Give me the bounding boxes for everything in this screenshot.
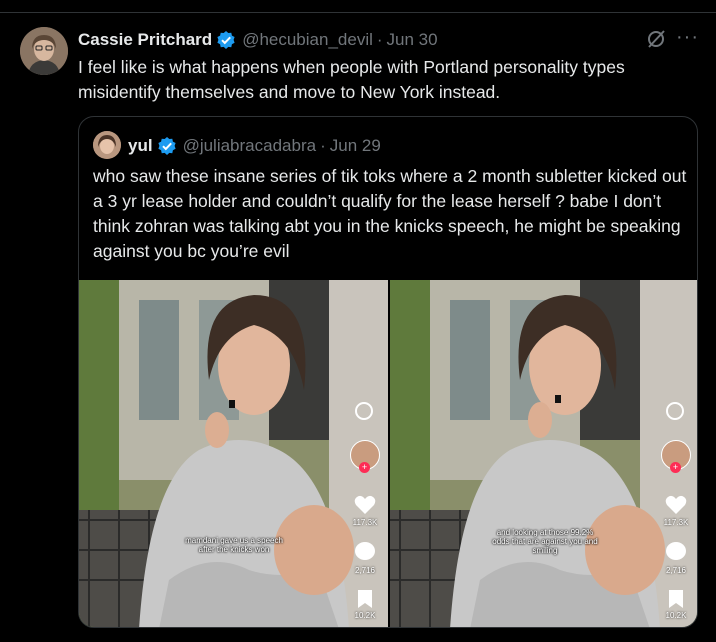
comment-icon[interactable] [355, 542, 375, 560]
verified-badge-icon [216, 30, 236, 50]
author-name[interactable]: Cassie Pritchard [78, 30, 212, 50]
media-thumbnail-2[interactable]: and looking at those 99.2% odds that are… [390, 280, 697, 627]
comment-icon[interactable] [666, 542, 686, 560]
follow-plus-icon[interactable]: + [670, 462, 681, 473]
quote-author-name[interactable]: yul [128, 136, 153, 156]
quote-header: yul @juliabracadabra · Jun 29 [128, 135, 381, 157]
top-divider [0, 12, 716, 13]
tweet-header: Cassie Pritchard @hecubian_devil · Jun 3… [78, 29, 438, 51]
author-handle[interactable]: @hecubian_devil [242, 30, 373, 50]
quote-date[interactable]: Jun 29 [330, 136, 381, 156]
follow-plus-icon[interactable]: + [359, 462, 370, 473]
bookmark-icon[interactable] [358, 590, 372, 608]
emoji-icon[interactable] [666, 402, 684, 420]
like-count: 117.3K [352, 518, 378, 527]
comment-count: 2,716 [354, 566, 376, 575]
emoji-icon[interactable] [355, 402, 373, 420]
tweet-text: I feel like is what happens when people … [78, 57, 625, 102]
save-count: 10.2K [354, 611, 376, 620]
verified-badge-icon [157, 136, 177, 156]
media-caption-2: and looking at those 99.2% odds that are… [492, 528, 598, 555]
quote-author-handle[interactable]: @juliabracadabra [183, 136, 317, 156]
grok-icon[interactable] [645, 28, 667, 50]
media-caption-1: mamdani gave us a speech after the knick… [185, 536, 283, 554]
quote-header-separator: · [320, 136, 326, 155]
more-options-icon[interactable]: ··· [676, 26, 699, 49]
comment-count: 2,716 [665, 566, 687, 575]
quoted-tweet[interactable]: yul @juliabracadabra · Jun 29 who saw th… [78, 116, 698, 628]
quote-text: who saw these insane series of tik toks … [93, 166, 687, 261]
like-heart-icon[interactable] [665, 495, 687, 515]
quote-author-avatar[interactable] [93, 131, 121, 159]
tweet-date[interactable]: Jun 30 [387, 30, 438, 50]
header-separator: · [376, 30, 383, 49]
media-thumbnail-1[interactable]: mamdani gave us a speech after the knick… [79, 280, 388, 627]
bookmark-icon[interactable] [669, 590, 683, 608]
like-count: 117.3K [663, 518, 689, 527]
author-avatar[interactable] [20, 27, 68, 75]
like-heart-icon[interactable] [354, 495, 376, 515]
save-count: 10.2K [665, 611, 687, 620]
